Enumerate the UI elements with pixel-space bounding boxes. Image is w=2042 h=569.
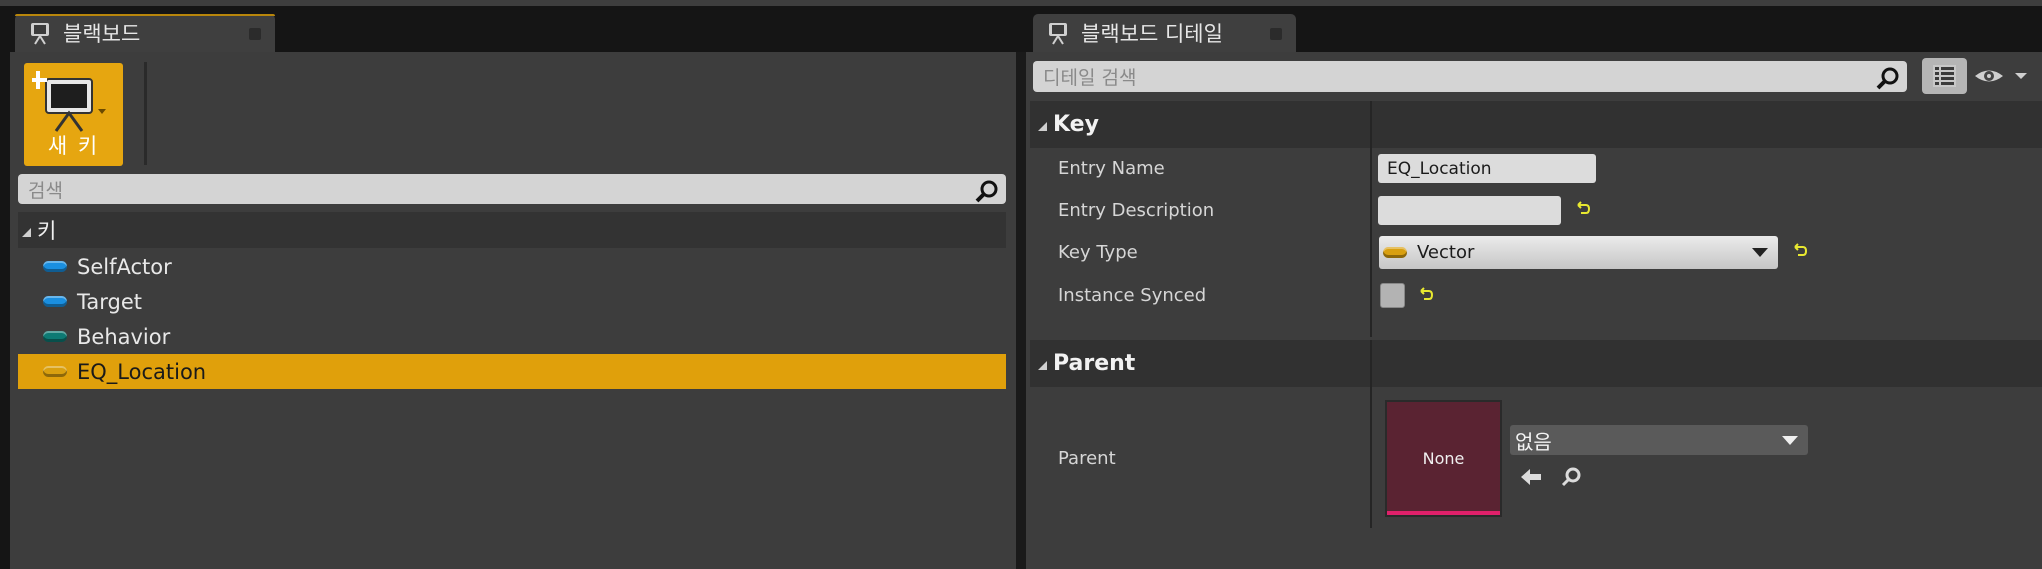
key-type-dropdown[interactable]: Vector [1379, 236, 1778, 269]
toolbar-divider [144, 62, 147, 165]
list-item[interactable]: Target [18, 284, 1006, 319]
list-item[interactable]: Behavior [18, 319, 1006, 354]
blackboard-icon [27, 20, 53, 46]
key-type-pill-icon [43, 331, 67, 342]
expand-arrow-icon[interactable] [1038, 361, 1047, 370]
window-top-strip [0, 0, 2042, 6]
list-item[interactable]: SelfActor [18, 249, 1006, 284]
panel-splitter[interactable] [1016, 52, 1026, 569]
instance-synced-label: Instance Synced [1058, 285, 1207, 306]
tab-label: 블랙보드 [63, 22, 141, 46]
parent-combo-value: 없음 [1515, 429, 1552, 454]
list-view-icon [1933, 65, 1956, 87]
key-search-input[interactable]: 검색 [18, 174, 1006, 204]
search-placeholder: 디테일 검색 [1043, 67, 1137, 89]
close-icon[interactable] [249, 28, 261, 40]
expand-arrow-icon[interactable] [1038, 122, 1047, 131]
expand-arrow-icon[interactable] [22, 227, 31, 237]
instance-synced-checkbox[interactable] [1380, 283, 1405, 308]
entry-description-label: Entry Description [1058, 200, 1215, 221]
section-header-parent[interactable]: Parent [1030, 340, 2042, 387]
search-placeholder: 검색 [28, 179, 63, 202]
tab-label: 블랙보드 디테일 [1081, 22, 1223, 46]
visibility-dropdown[interactable] [1973, 64, 2031, 88]
key-label: Behavior [77, 324, 171, 349]
reset-to-default-icon[interactable] [1792, 243, 1808, 259]
parent-asset-thumbnail[interactable]: None [1385, 400, 1502, 517]
column-splitter[interactable] [1370, 340, 1372, 528]
key-type-pill-icon [43, 366, 67, 377]
view-options-button[interactable] [1922, 58, 1967, 94]
key-label: Target [77, 289, 142, 314]
search-icon[interactable] [974, 178, 1000, 204]
section-title: Parent [1053, 351, 1136, 376]
thumbnail-label: None [1422, 449, 1465, 468]
details-search-input[interactable]: 디테일 검색 [1033, 61, 1907, 92]
key-label: EQ_Location [77, 359, 207, 384]
chevron-down-icon [1752, 248, 1768, 257]
browse-search-icon[interactable] [1560, 466, 1582, 488]
category-header[interactable]: 키 [18, 212, 1006, 248]
key-type-value: Vector [1417, 242, 1475, 263]
search-icon[interactable] [1875, 65, 1901, 91]
key-type-pill-icon [43, 296, 67, 307]
use-selected-arrow-icon[interactable] [1519, 466, 1543, 488]
reset-to-default-icon[interactable] [1418, 287, 1434, 303]
entry-name-value: EQ_Location [1387, 158, 1492, 179]
entry-name-label: Entry Name [1058, 158, 1165, 179]
tab-blackboard[interactable]: 블랙보드 [15, 14, 275, 52]
parent-asset-picker[interactable]: 없음 [1510, 425, 1808, 455]
asset-type-bar [1387, 511, 1500, 515]
entry-name-field[interactable]: EQ_Location [1378, 154, 1596, 183]
blackboard-icon [1045, 20, 1071, 46]
category-label: 키 [37, 219, 57, 243]
column-splitter[interactable] [1370, 101, 1372, 337]
close-icon[interactable] [1270, 28, 1282, 40]
key-type-pill-icon [43, 261, 67, 272]
vector-type-pill-icon [1383, 247, 1407, 258]
list-item-selected[interactable]: EQ_Location [18, 354, 1006, 389]
new-key-label: 새 키 [47, 134, 100, 158]
eye-icon [1975, 70, 2027, 82]
new-key-button[interactable]: 새 키 [24, 63, 123, 166]
key-type-label: Key Type [1058, 242, 1138, 263]
key-list: SelfActor Target Behavior EQ_Location [18, 249, 1006, 389]
reset-to-default-icon[interactable] [1575, 201, 1591, 217]
monitor-add-icon [32, 71, 106, 132]
chevron-down-icon [1782, 436, 1798, 445]
section-title: Key [1053, 112, 1099, 137]
tab-blackboard-details[interactable]: 블랙보드 디테일 [1033, 14, 1296, 52]
entry-description-field[interactable] [1378, 196, 1561, 225]
section-header-key[interactable]: Key [1030, 101, 2042, 148]
tab-active-indicator [15, 14, 275, 16]
parent-label: Parent [1058, 448, 1116, 469]
key-label: SelfActor [77, 254, 172, 279]
